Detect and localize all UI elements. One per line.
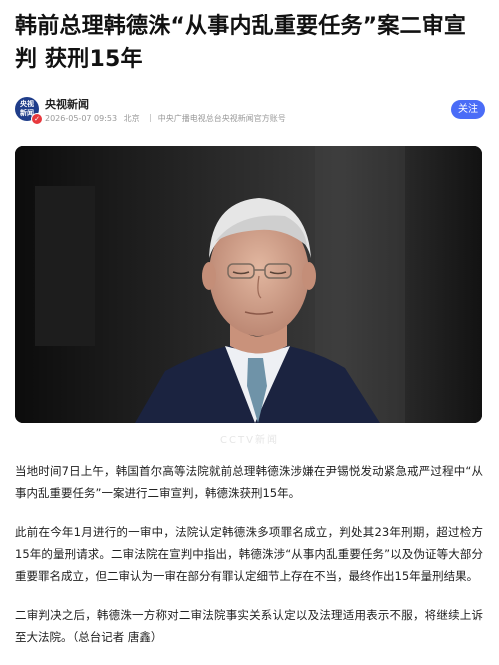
author-name[interactable]: 央视新闻 [45, 96, 89, 112]
article-title: 韩前总理韩德洙“从事内乱重要任务”案二审宣判 获刑15年 [15, 14, 467, 72]
follow-button[interactable]: 关注 [451, 100, 485, 119]
verified-icon: ✓ [31, 113, 43, 125]
author-meta: 2026-05-07 09:53 北京 中央广播电视总台央视新闻官方账号 [45, 113, 290, 124]
paragraph: 此前在今年1月进行的一审中，法院认定韩德洙多项罪名成立，判处其23年刑期，超过检… [15, 525, 483, 583]
photo-watermark: CCTV新闻 [220, 435, 279, 446]
meta-divider [150, 114, 152, 122]
author-description: 中央广播电视总台央视新闻官方账号 [157, 114, 286, 123]
article-page: 韩前总理韩德洙“从事内乱重要任务”案二审宣判 获刑15年 央视新闻 ✓ 央视新闻… [0, 0, 499, 656]
paragraph: 二审判决之后，韩德洙一方称对二审法院事实关系认定以及法理适用表示不服，将继续上诉… [15, 608, 483, 644]
author-row: 央视新闻 ✓ 央视新闻 2026-05-07 09:53 北京 中央广播电视总台… [15, 96, 485, 126]
paragraph: 当地时间7日上午，韩国首尔高等法院就前总理韩德洙涉嫌在尹锡悦发动紧急戒严过程中“… [15, 464, 483, 500]
article-photo[interactable] [15, 146, 482, 423]
photo-illustration [15, 146, 482, 423]
publish-location: 北京 [123, 114, 140, 123]
article-body: 当地时间7日上午，韩国首尔高等法院就前总理韩德洙涉嫌在尹锡悦发动紧急戒严过程中“… [15, 460, 483, 665]
publish-date: 2026-05-07 09:53 [45, 114, 118, 123]
